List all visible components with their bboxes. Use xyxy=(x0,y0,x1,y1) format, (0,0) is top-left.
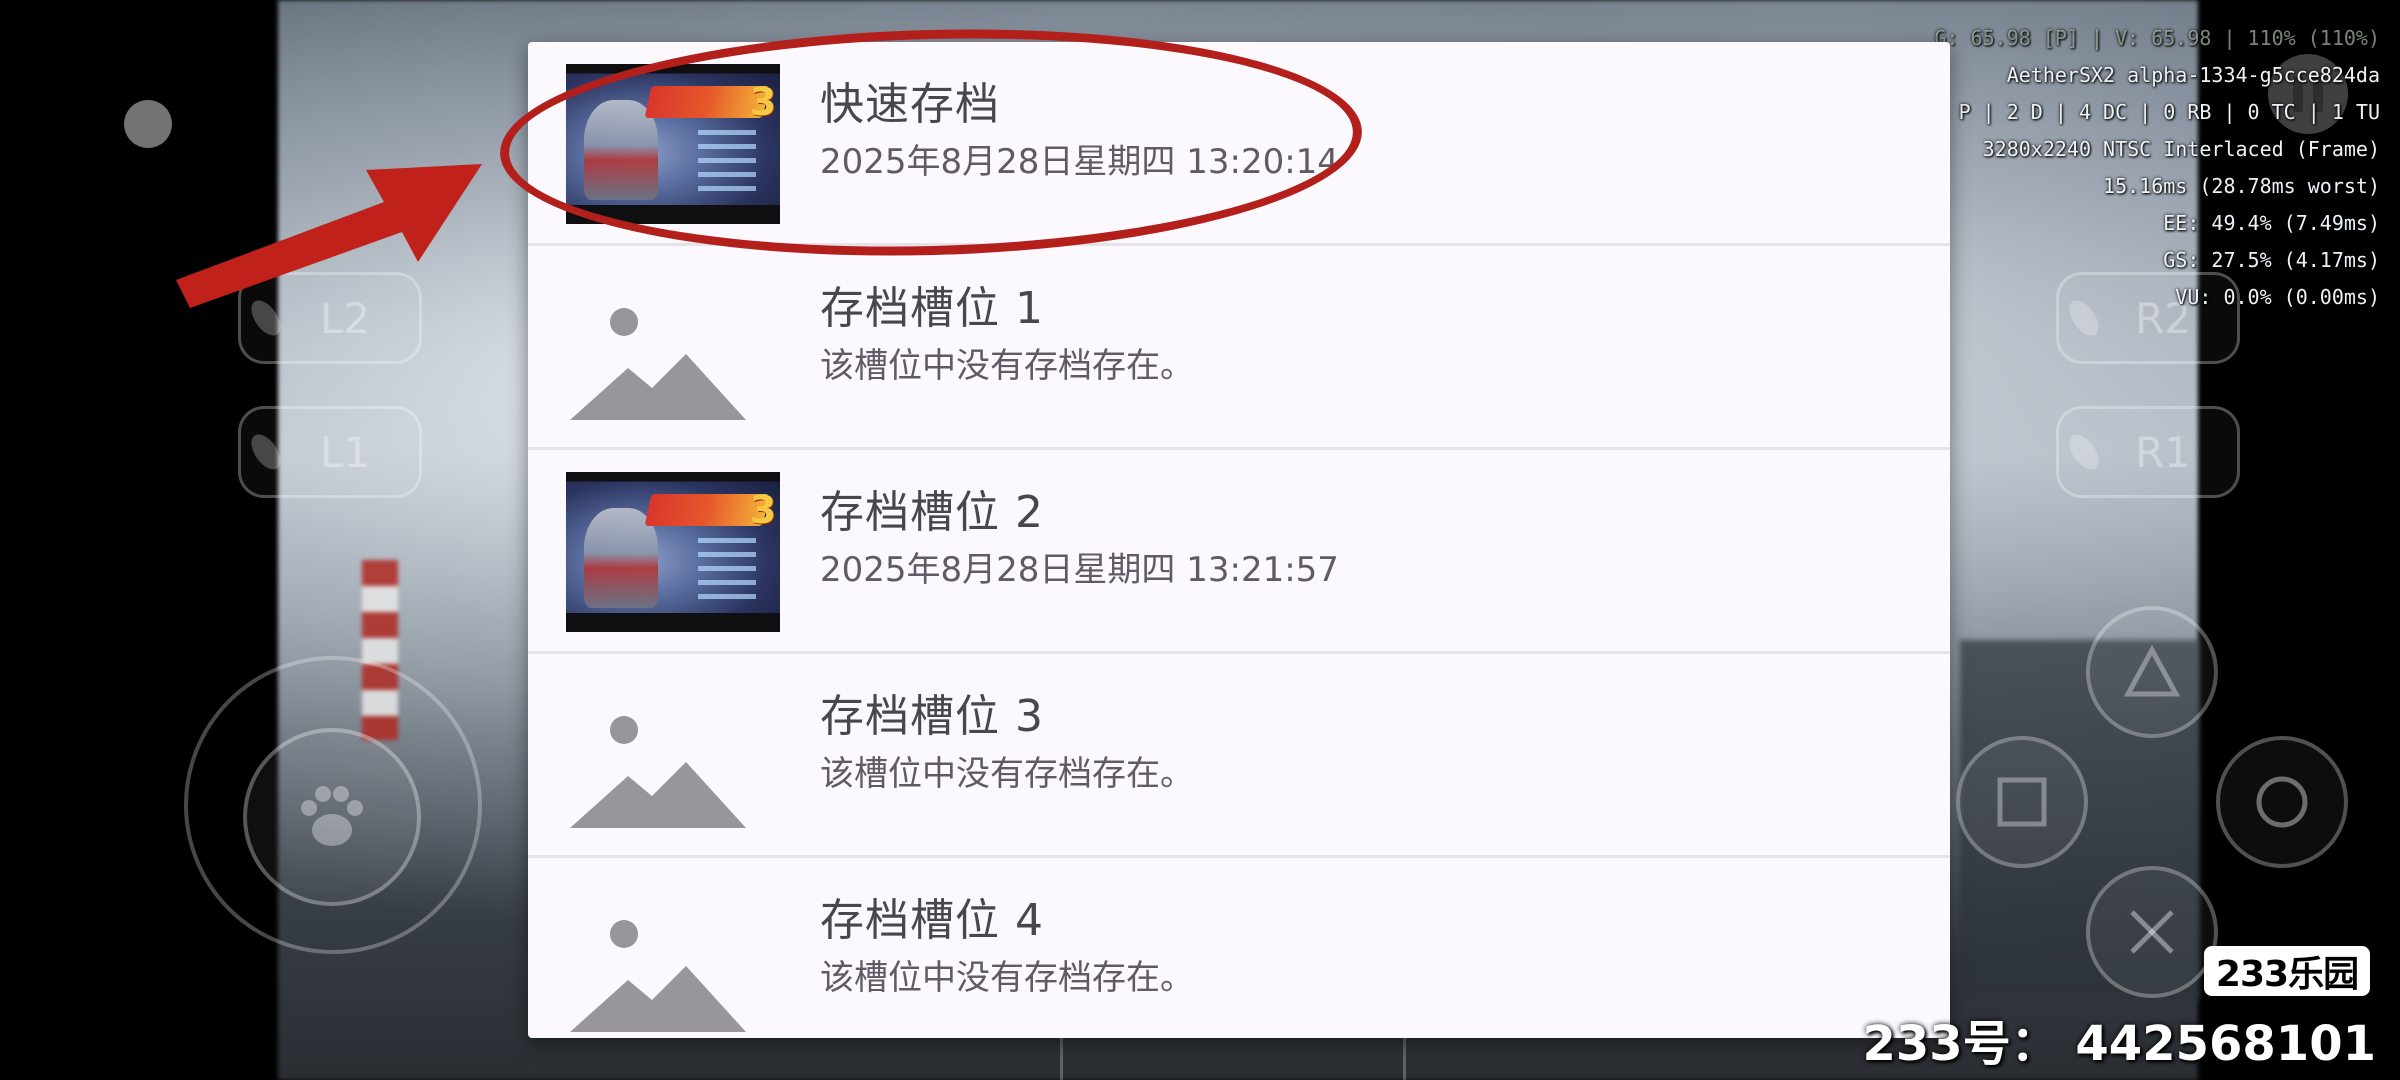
watermark-logo: 233乐园 xyxy=(2204,946,2370,996)
perf-line-resolution: 3280x2240 NTSC Interlaced (Frame) xyxy=(1982,137,2380,161)
perf-line-draw: P | 2 D | 4 DC | 0 RB | 0 TC | 1 TU xyxy=(1958,100,2380,124)
perf-line-vu: VU: 0.0% (0.00ms) xyxy=(2175,285,2380,309)
square-button[interactable] xyxy=(1956,736,2088,868)
slot-title: 存档槽位 4 xyxy=(820,895,1044,946)
circle-icon xyxy=(2256,776,2308,828)
leaf-icon xyxy=(2063,429,2105,475)
perf-line-fps: G: 65.98 [P] | V: 65.98 | 110% (110%) xyxy=(1934,26,2380,50)
performance-overlay: G: 65.98 [P] | V: 65.98 | 110% (110%) Ae… xyxy=(1934,20,2380,316)
save-slot-4[interactable]: 存档槽位 4 该槽位中没有存档存在。 xyxy=(528,858,1950,1038)
slot-timestamp: 2025年8月28日星期四 13:21:57 xyxy=(820,550,1339,590)
slot-empty-message: 该槽位中没有存档存在。 xyxy=(820,958,1194,998)
l1-label: L1 xyxy=(319,427,371,477)
cross-icon xyxy=(2130,910,2174,954)
perf-line-ee: EE: 49.4% (7.49ms) xyxy=(2163,211,2380,235)
perf-line-gs: GS: 27.5% (4.17ms) xyxy=(2163,248,2380,272)
red-arrow-icon xyxy=(176,164,482,308)
image-placeholder-icon xyxy=(570,308,746,420)
save-thumbnail: 3 xyxy=(566,472,780,632)
paw-icon xyxy=(301,786,363,846)
slot-empty-message: 该槽位中没有存档存在。 xyxy=(820,346,1194,386)
overlay-toggle-dot[interactable] xyxy=(124,100,172,148)
l1-button[interactable]: L1 xyxy=(238,406,422,498)
slot-empty-message: 该槽位中没有存档存在。 xyxy=(820,754,1194,794)
leaf-icon xyxy=(245,429,287,475)
emulator-screen: L2 L1 R2 R1 G: 65.98 [P] | V: 65.98 | 11… xyxy=(0,0,2400,1080)
square-icon xyxy=(1997,777,2047,827)
image-placeholder-icon xyxy=(570,920,746,1032)
slot-title: 存档槽位 2 xyxy=(820,487,1044,538)
triangle-icon xyxy=(2123,644,2181,697)
save-slot-1[interactable]: 存档槽位 1 该槽位中没有存档存在。 xyxy=(528,246,1950,450)
analog-stick[interactable] xyxy=(243,728,421,906)
save-slot-2[interactable]: 3 存档槽位 2 2025年8月28日星期四 13:21:57 xyxy=(528,450,1950,654)
circle-button[interactable] xyxy=(2216,736,2348,868)
save-slot-3[interactable]: 存档槽位 3 该槽位中没有存档存在。 xyxy=(528,654,1950,858)
r1-label: R1 xyxy=(2135,427,2191,477)
perf-line-version: AetherSX2 alpha-1334-g5cce824da xyxy=(2006,63,2380,87)
image-placeholder-icon xyxy=(570,716,746,828)
triangle-button[interactable] xyxy=(2086,606,2218,738)
cross-button[interactable] xyxy=(2086,866,2218,998)
r1-button[interactable]: R1 xyxy=(2056,406,2240,498)
slot-title: 存档槽位 3 xyxy=(820,691,1044,742)
watermark-id: 233号： 442568101 xyxy=(1862,1016,2377,1072)
perf-line-frametime: 15.16ms (28.78ms worst) xyxy=(2103,174,2380,198)
slot-title: 存档槽位 1 xyxy=(820,283,1044,334)
